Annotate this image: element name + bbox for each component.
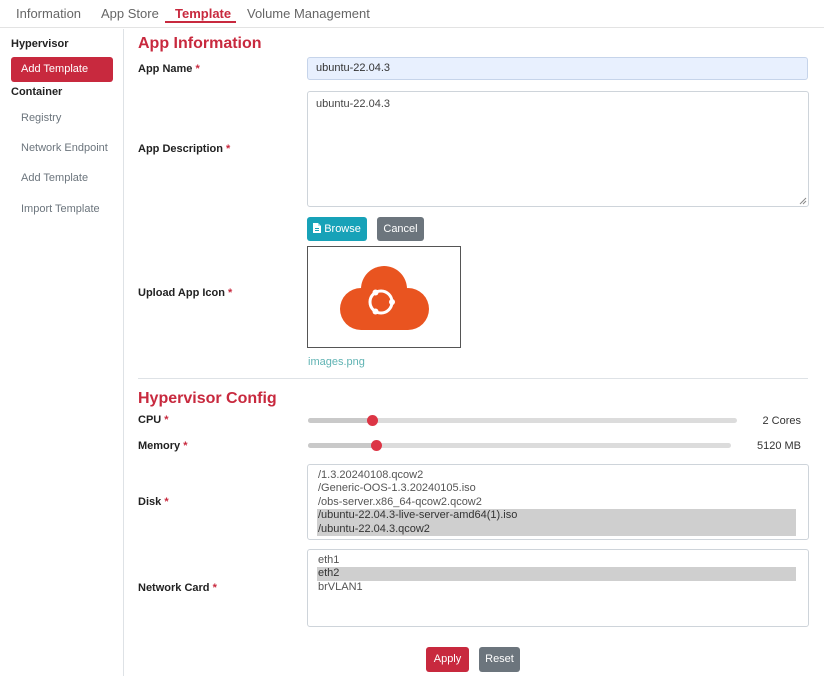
browse-label: Browse — [324, 223, 361, 235]
resize-grip-icon[interactable] — [799, 197, 807, 205]
disk-option[interactable]: /Generic-OOS-1.3.20240105.iso — [317, 482, 796, 495]
memory-label: Memory * — [138, 440, 188, 452]
network-card-label: Network Card * — [138, 582, 217, 594]
sidebar-item-network-endpoint[interactable]: Network Endpoint — [21, 142, 108, 154]
disk-option[interactable]: /1.3.20240108.qcow2 — [317, 469, 796, 482]
disk-option[interactable]: /ubuntu-22.04.3.qcow2 — [317, 522, 796, 536]
tab-volume-management[interactable]: Volume Management — [247, 6, 370, 21]
app-icon-preview — [307, 246, 461, 348]
active-tab-indicator — [165, 21, 236, 23]
disk-option[interactable]: /ubuntu-22.04.3-live-server-amd64(1).iso — [317, 509, 796, 523]
sidebar-heading-hypervisor: Hypervisor — [11, 38, 69, 50]
memory-slider[interactable] — [308, 440, 731, 451]
app-name-label: App Name * — [138, 63, 200, 75]
app-information-title: App Information — [138, 35, 262, 52]
cancel-button[interactable]: Cancel — [377, 217, 424, 241]
memory-slider-fill — [308, 443, 376, 448]
memory-value: 5120 MB — [756, 440, 801, 452]
app-name-input[interactable]: ubuntu-22.04.3 — [307, 57, 808, 80]
app-description-textarea[interactable]: ubuntu-22.04.3 — [307, 91, 809, 207]
disk-label: Disk * — [138, 496, 169, 508]
ubuntu-cloud-icon — [340, 266, 429, 330]
icon-file-name-link[interactable]: images.png — [308, 356, 365, 368]
cpu-slider-fill — [308, 418, 372, 423]
sidebar: Hypervisor Add Template Container Regist… — [0, 29, 124, 676]
memory-slider-thumb[interactable] — [371, 440, 382, 451]
hypervisor-config-title: Hypervisor Config — [138, 390, 277, 407]
app-description-text: ubuntu-22.04.3 — [316, 98, 391, 110]
app-description-label: App Description * — [138, 143, 231, 155]
network-card-multiselect[interactable]: eth1 eth2 brVLAN1 — [307, 549, 809, 627]
reset-button[interactable]: Reset — [479, 647, 520, 672]
sidebar-heading-container: Container — [11, 86, 63, 98]
network-option[interactable]: eth2 — [317, 567, 796, 581]
file-icon — [313, 223, 322, 233]
tab-information[interactable]: Information — [16, 6, 81, 21]
sidebar-item-registry[interactable]: Registry — [21, 112, 61, 124]
network-option[interactable]: eth1 — [317, 554, 796, 567]
tab-template[interactable]: Template — [175, 6, 231, 21]
top-tabs: Information App Store Template Volume Ma… — [0, 0, 824, 28]
sidebar-item-container-add-template[interactable]: Add Template — [21, 172, 88, 184]
browse-button[interactable]: Browse — [307, 217, 367, 241]
network-option[interactable]: brVLAN1 — [317, 581, 796, 594]
disk-multiselect[interactable]: /1.3.20240108.qcow2/Generic-OOS-1.3.2024… — [307, 464, 809, 540]
cpu-slider-thumb[interactable] — [367, 415, 378, 426]
cpu-label: CPU * — [138, 414, 169, 426]
tab-app-store[interactable]: App Store — [101, 6, 159, 21]
cpu-slider[interactable] — [308, 415, 737, 426]
section-divider — [138, 378, 808, 379]
upload-app-icon-label: Upload App Icon * — [138, 287, 233, 299]
sidebar-item-hypervisor-add-template[interactable]: Add Template — [11, 57, 113, 82]
disk-option[interactable]: /obs-server.x86_64-qcow2.qcow2 — [317, 496, 796, 509]
sidebar-item-import-template[interactable]: Import Template — [21, 203, 100, 215]
apply-button[interactable]: Apply — [426, 647, 469, 672]
cpu-value: 2 Cores — [762, 415, 801, 427]
